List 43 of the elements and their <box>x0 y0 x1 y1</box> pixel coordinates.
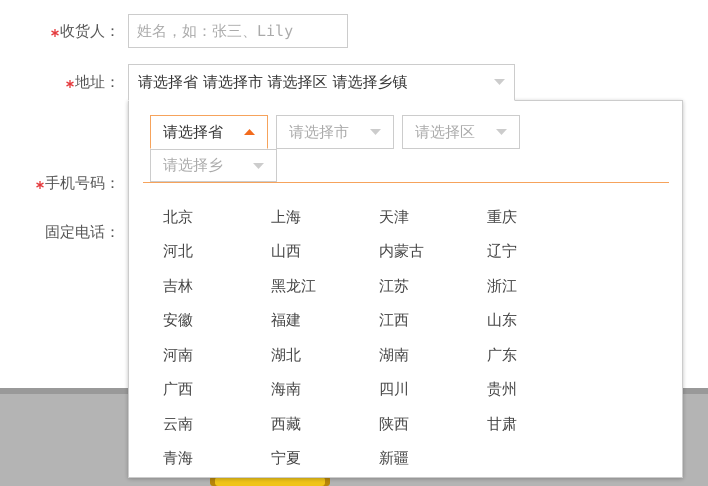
address-tab[interactable]: 请选择省 <box>150 115 268 149</box>
region-option[interactable]: 海南 <box>271 380 301 400</box>
field-label: 地址： <box>75 72 120 92</box>
field-label: 固定电话： <box>45 222 120 242</box>
field-label: 收货人： <box>60 22 120 40</box>
region-option[interactable]: 西藏 <box>271 414 301 434</box>
caret-down-icon <box>370 129 381 135</box>
region-option[interactable]: 四川 <box>379 380 409 400</box>
region-option[interactable]: 河南 <box>163 346 193 365</box>
region-option[interactable]: 重庆 <box>487 208 517 227</box>
region-option[interactable]: 辽宁 <box>487 242 517 262</box>
region-option[interactable]: 江西 <box>379 311 409 330</box>
region-option[interactable]: 天津 <box>379 208 409 227</box>
region-option[interactable]: 云南 <box>163 414 193 434</box>
region-option[interactable]: 安徽 <box>163 311 193 330</box>
region-option[interactable]: 河北 <box>163 242 193 262</box>
region-option[interactable]: 山西 <box>271 242 301 262</box>
field-label: 手机号码： <box>45 174 120 192</box>
region-option[interactable]: 黑龙江 <box>271 276 316 296</box>
region-option[interactable]: 北京 <box>163 208 193 227</box>
region-option[interactable]: 广西 <box>163 380 193 400</box>
region-option[interactable]: 内蒙古 <box>379 242 424 262</box>
region-option[interactable]: 江苏 <box>379 276 409 296</box>
region-option[interactable]: 陕西 <box>379 414 409 434</box>
region-option[interactable]: 广东 <box>487 346 517 365</box>
region-option[interactable]: 青海 <box>163 449 193 468</box>
region-option[interactable]: 湖南 <box>379 346 409 365</box>
region-option[interactable]: 福建 <box>271 311 301 330</box>
address-select[interactable]: 请选择省 请选择市 请选择区 请选择乡镇 <box>128 64 515 100</box>
region-option[interactable]: 浙江 <box>487 276 517 296</box>
region-option[interactable]: 山东 <box>487 311 517 330</box>
region-option[interactable]: 贵州 <box>487 380 517 400</box>
region-option[interactable]: 宁夏 <box>271 449 301 468</box>
name-field[interactable]: 姓名，如：张三、Lily <box>128 14 348 48</box>
caret-up-icon <box>244 129 255 135</box>
region-option[interactable]: 甘肃 <box>487 414 517 434</box>
caret-down-icon <box>494 79 505 85</box>
caret-down-icon <box>496 129 507 135</box>
caret-down-icon <box>253 162 264 168</box>
region-option[interactable]: 吉林 <box>163 276 193 296</box>
region-option[interactable]: 新疆 <box>379 449 409 468</box>
region-option[interactable]: 湖北 <box>271 346 301 365</box>
region-option[interactable]: 上海 <box>271 208 301 227</box>
